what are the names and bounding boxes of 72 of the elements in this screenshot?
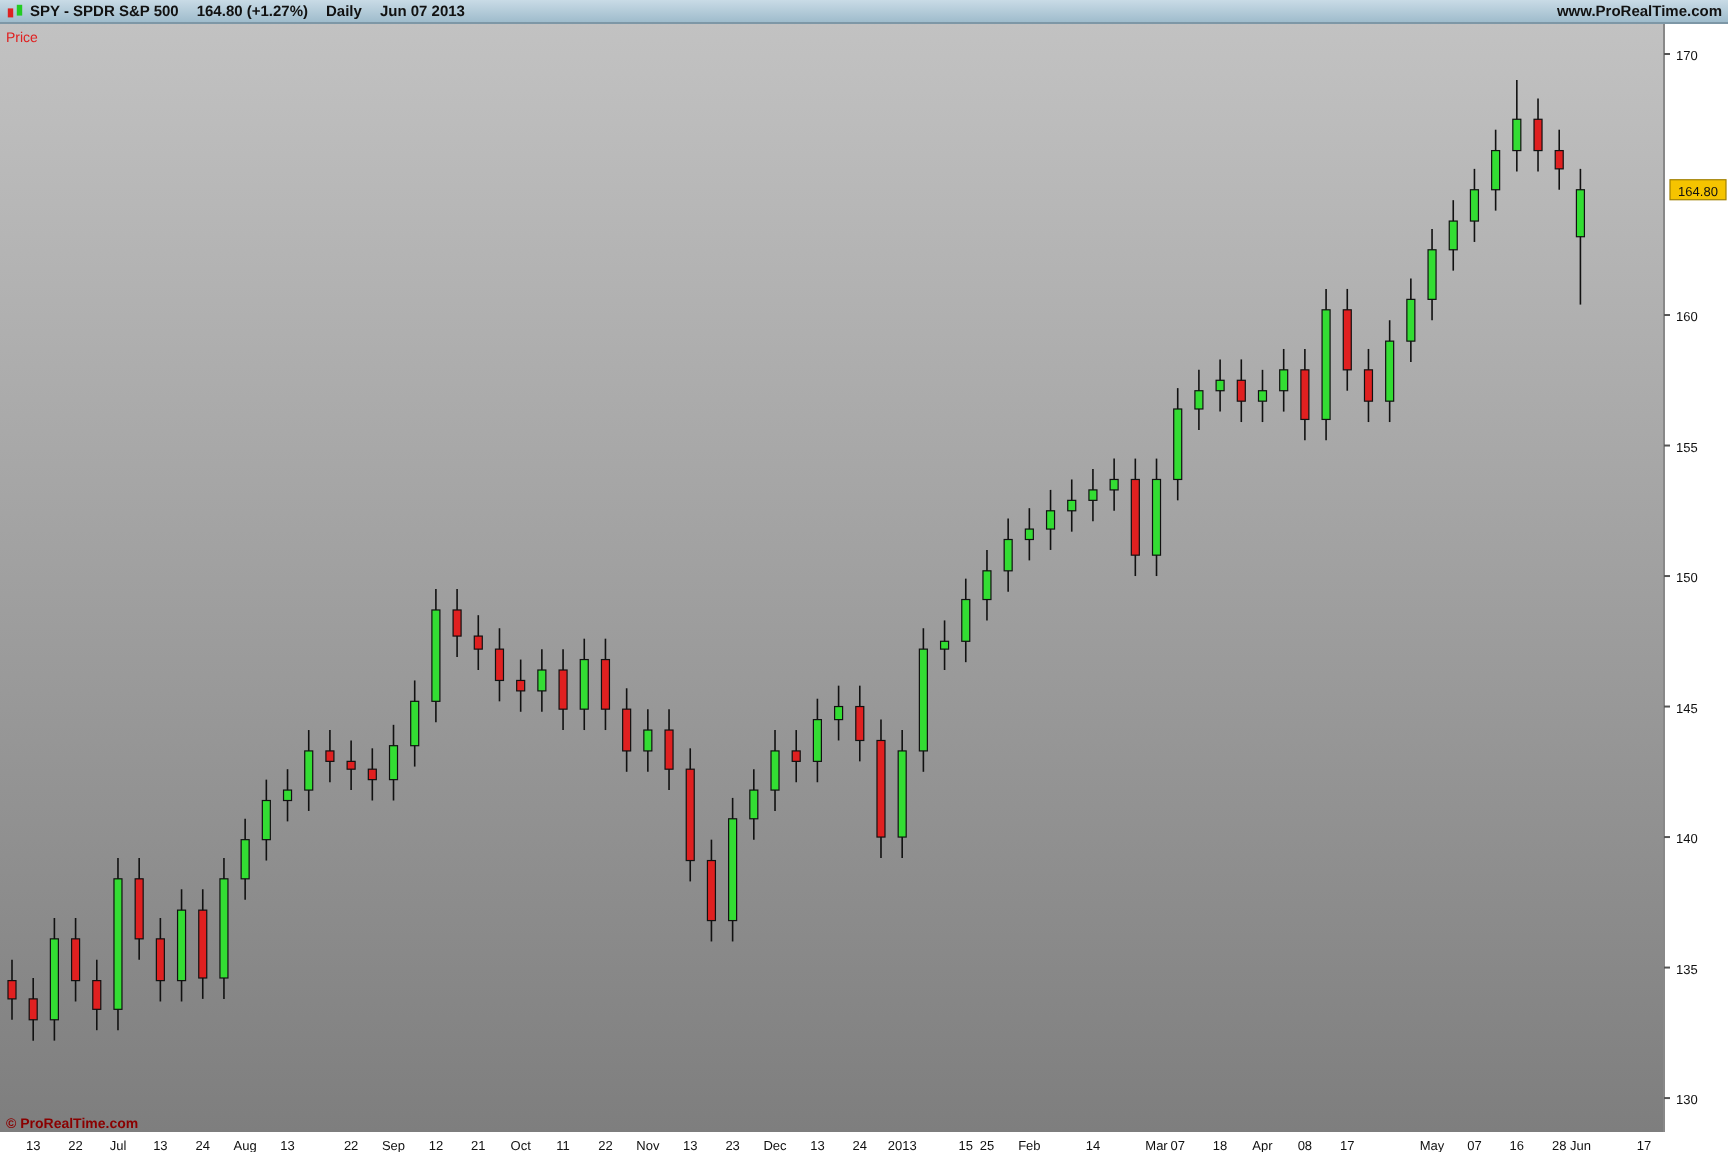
candlestick xyxy=(28,977,38,1042)
candlestick xyxy=(219,857,229,1000)
candlestick xyxy=(1342,288,1352,392)
candlestick xyxy=(304,729,314,812)
candlestick xyxy=(1024,507,1034,562)
candlestick xyxy=(1151,457,1162,577)
candlestick xyxy=(834,684,844,742)
candlestick xyxy=(622,687,632,773)
candlestick xyxy=(1406,277,1416,363)
candlestick xyxy=(1533,97,1543,173)
candlestick xyxy=(134,857,144,961)
candlestick xyxy=(473,614,483,671)
candlestick xyxy=(1130,457,1140,577)
candlestick xyxy=(1088,468,1098,523)
candlestick xyxy=(664,708,674,791)
candlestick xyxy=(876,718,886,859)
candlestick xyxy=(1512,79,1522,173)
candlestick xyxy=(1554,128,1564,191)
candlestick xyxy=(961,577,971,663)
candlestick xyxy=(7,958,17,1021)
candlestick xyxy=(1363,348,1374,423)
candlestick xyxy=(1194,369,1204,431)
candlestick xyxy=(537,648,547,713)
candlestick xyxy=(558,648,568,731)
candlestick xyxy=(1279,348,1289,413)
candlestick xyxy=(1045,489,1056,551)
candlestick xyxy=(198,888,208,1000)
candlestick xyxy=(939,619,950,671)
candlestick xyxy=(812,697,822,784)
candlestick xyxy=(516,658,526,713)
candlestick xyxy=(1109,457,1119,512)
candlestick xyxy=(1385,319,1395,423)
candlestick xyxy=(897,729,907,859)
candlestick xyxy=(494,627,505,703)
candlestick xyxy=(176,888,187,1003)
candlestick xyxy=(643,708,653,773)
candlestick xyxy=(1257,369,1268,423)
candlestick xyxy=(855,684,865,763)
candlestick xyxy=(770,729,780,812)
candlestick xyxy=(982,549,992,622)
candlestick xyxy=(685,747,695,883)
candlestick xyxy=(1300,348,1310,442)
candlestick xyxy=(388,724,399,802)
candlestick xyxy=(1003,517,1013,593)
candlestick xyxy=(1448,199,1458,272)
candlestick xyxy=(791,729,801,784)
candlestick-icon xyxy=(6,1,24,21)
candlestick xyxy=(367,747,377,802)
candlestick xyxy=(1215,358,1225,413)
candlestick xyxy=(600,637,611,731)
candlestick xyxy=(1491,128,1501,212)
candlestick xyxy=(49,917,59,1042)
candlestick xyxy=(410,679,420,768)
candlestick xyxy=(749,768,759,841)
candlestick xyxy=(261,778,271,862)
candlestick xyxy=(1173,387,1183,502)
candlestick xyxy=(1236,358,1246,423)
candlestick xyxy=(1469,168,1480,243)
candlestick xyxy=(706,838,717,943)
candlestick xyxy=(1067,478,1077,533)
candlestick xyxy=(282,768,293,823)
candlestick xyxy=(1427,228,1437,322)
candlestick xyxy=(71,917,81,1003)
candlestick xyxy=(155,917,165,1003)
candlestick xyxy=(92,958,102,1031)
candlestick xyxy=(431,588,441,723)
candlestick xyxy=(1575,168,1585,306)
candlestick xyxy=(579,637,589,731)
candlestick xyxy=(346,739,356,791)
candlestick xyxy=(240,818,250,901)
candlestick xyxy=(325,729,335,784)
candlestick xyxy=(452,588,462,658)
